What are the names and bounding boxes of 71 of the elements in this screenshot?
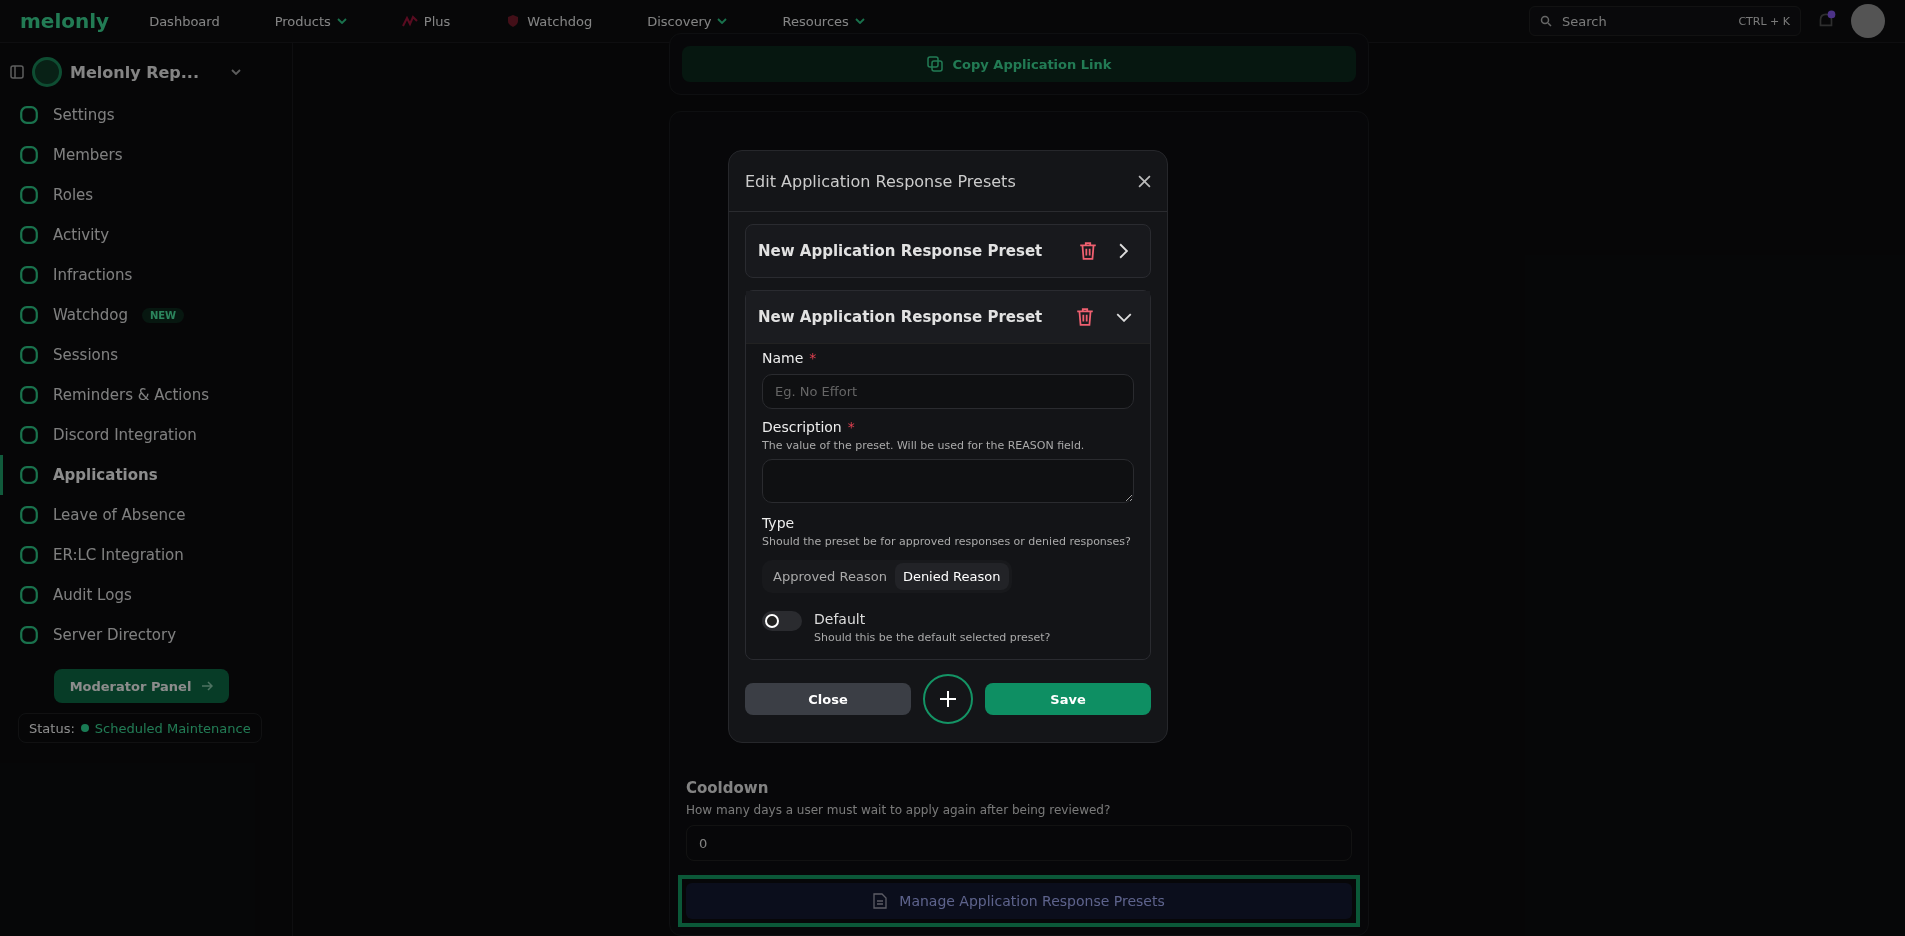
- nav-link[interactable]: Products: [274, 13, 347, 29]
- avatar[interactable]: [1851, 4, 1885, 38]
- sidebar-item[interactable]: Audit Logs: [0, 575, 292, 615]
- sidebar-item[interactable]: Leave of Absence: [0, 495, 292, 535]
- nav-link[interactable]: Dashboard: [149, 13, 220, 29]
- sidebar-item[interactable]: Discord Integration: [0, 415, 292, 455]
- sidebar-item[interactable]: Settings: [0, 95, 292, 135]
- field-label: Description: [762, 419, 842, 435]
- sidebar-item[interactable]: ER:LC Integration: [0, 535, 292, 575]
- search-box[interactable]: Search CTRL + K: [1529, 6, 1801, 36]
- status-label: Status:: [29, 720, 75, 736]
- name-input[interactable]: Eg. No Effort: [762, 374, 1134, 409]
- required-mark: *: [809, 350, 817, 366]
- type-option[interactable]: Denied Reason: [894, 562, 1009, 590]
- chevron-right-icon[interactable]: [1119, 243, 1128, 259]
- field-description: How many days a user must wait to apply again after being reviewed?: [686, 803, 1112, 817]
- preset-title[interactable]: New Application Response Preset: [758, 308, 1076, 326]
- field-label: Cooldown: [686, 779, 770, 797]
- sidebar-item[interactable]: Applications: [0, 455, 292, 495]
- sidebar-item[interactable]: Watchdog NEW: [0, 295, 292, 335]
- chevron-down-icon: [854, 18, 865, 24]
- description-input[interactable]: [762, 459, 1134, 504]
- field-value: 0: [699, 835, 708, 851]
- close-icon[interactable]: [1138, 174, 1151, 188]
- server-avatar: [32, 57, 62, 87]
- sidebar-item[interactable]: Activity: [0, 215, 292, 255]
- number-field[interactable]: 0: [686, 825, 1352, 861]
- sidebar-item[interactable]: Members: [0, 135, 292, 175]
- required-mark: *: [847, 419, 855, 435]
- nav-link[interactable]: Discovery: [647, 13, 728, 29]
- type-option[interactable]: Approved Reason: [765, 562, 895, 590]
- sidebar-item[interactable]: Sessions: [0, 335, 292, 375]
- nav-link[interactable]: Watchdog: [505, 13, 593, 29]
- field-label: Type: [762, 515, 796, 532]
- chevron-down-icon: [336, 18, 347, 24]
- status-dot: [80, 724, 89, 732]
- field-hint: The value of the preset. Will be used for the REASON field.: [762, 438, 1086, 454]
- modal-title: Edit Application Response Presets: [745, 171, 1016, 191]
- new-badge: NEW: [141, 307, 185, 323]
- shortcut-hint: CTRL + K: [1738, 14, 1790, 28]
- field-label: Name: [762, 350, 804, 366]
- toggle-hint: Should this be the default selected preset?: [814, 629, 1051, 646]
- save-button[interactable]: Save: [985, 683, 1151, 716]
- nav-link[interactable]: Resources: [782, 13, 865, 29]
- search-icon: [1540, 15, 1552, 27]
- copy-link-button[interactable]: Copy Application Link: [682, 46, 1356, 82]
- plus-icon: [939, 690, 957, 709]
- sidebar-item[interactable]: Roles: [0, 175, 292, 215]
- add-button[interactable]: [923, 674, 973, 725]
- sidebar-item[interactable]: Server Directory: [0, 615, 292, 655]
- sidebar-item[interactable]: Infractions: [0, 255, 292, 295]
- nav-link[interactable]: Plus: [401, 13, 451, 29]
- status-text: Scheduled Maintenance: [94, 720, 251, 736]
- logo[interactable]: melonly: [20, 9, 110, 33]
- trash-icon[interactable]: [1076, 307, 1094, 327]
- preset-title[interactable]: New Application Response Preset: [758, 242, 1079, 260]
- copy-icon: [926, 56, 943, 72]
- arrow-right-icon: [201, 680, 214, 692]
- toggle-switch[interactable]: [762, 610, 802, 631]
- moderator-panel-button[interactable]: Moderator Panel: [54, 669, 229, 703]
- document-icon: [873, 893, 888, 909]
- sidebar-item[interactable]: Reminders & Actions: [0, 375, 292, 415]
- field-hint: Should the preset be for approved responses or denied responses?: [762, 534, 1132, 550]
- toggle-label: Default: [814, 610, 867, 627]
- search-field[interactable]: Search: [1560, 12, 1731, 30]
- trash-icon[interactable]: [1079, 241, 1097, 261]
- chevron-down-icon: [717, 18, 728, 24]
- server-name[interactable]: Melonly Rep...: [70, 62, 199, 82]
- manage-presets-button[interactable]: Manage Application Response Presets: [686, 883, 1352, 919]
- close-button[interactable]: Close: [745, 683, 911, 716]
- sidebar-toggle-icon[interactable]: [10, 65, 24, 79]
